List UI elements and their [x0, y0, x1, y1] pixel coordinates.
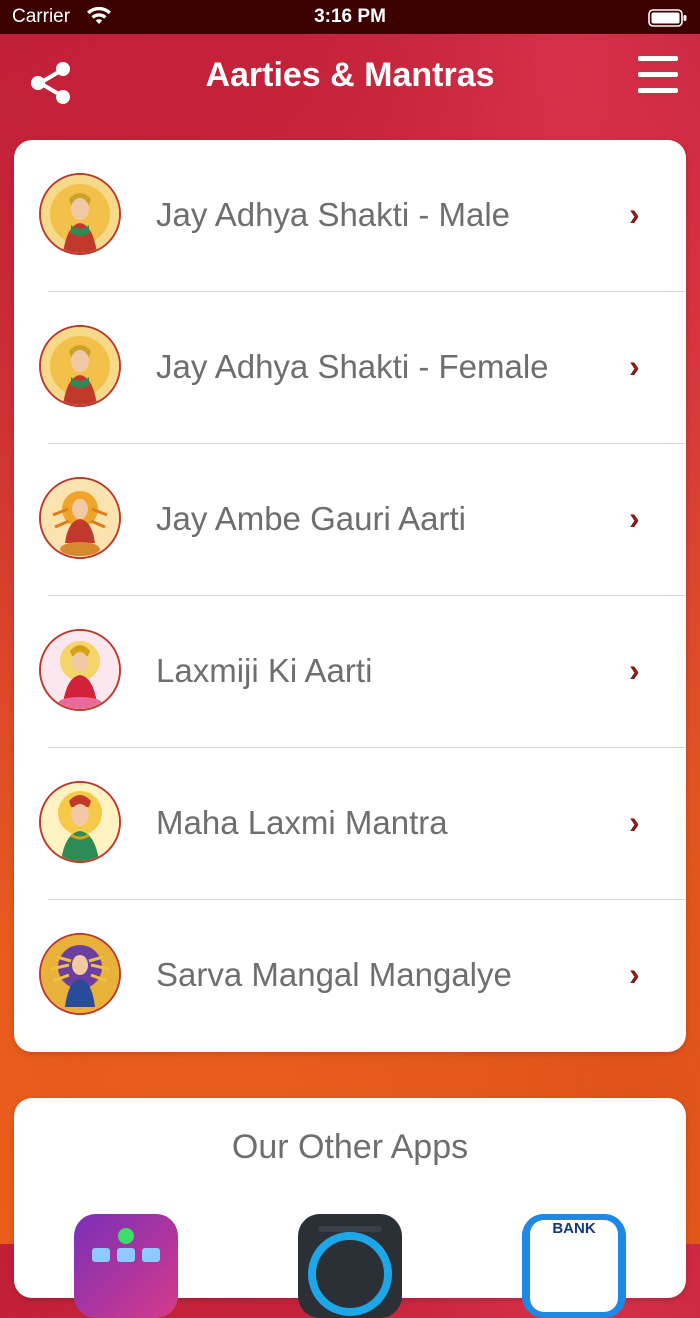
durga-portrait-icon [39, 477, 121, 559]
list-item[interactable]: Jay Adhya Shakti - Male › [14, 140, 686, 292]
list-item[interactable]: Jay Ambe Gauri Aarti › [14, 444, 686, 596]
chevron-right-icon: › [629, 196, 640, 232]
list-item[interactable]: Laxmiji Ki Aarti › [14, 596, 686, 748]
hamburger-icon [638, 56, 678, 93]
aarti-list: Jay Adhya Shakti - Male › Jay Adhya Shak… [14, 140, 686, 1052]
laxmi-portrait-icon [39, 629, 121, 711]
battery-icon [648, 9, 688, 32]
menu-button[interactable] [638, 56, 678, 100]
laxmi-portrait-icon [39, 781, 121, 863]
page-title: Aarties & Mantras [205, 56, 495, 94]
other-apps-title: Our Other Apps [231, 1128, 469, 1166]
list-item-label: Jay Adhya Shakti - Female [156, 348, 549, 385]
chevron-right-icon: › [629, 500, 640, 536]
list-item-label: Laxmiji Ki Aarti [156, 652, 373, 689]
speedometer-app-icon[interactable] [298, 1214, 402, 1318]
chevron-right-icon: › [629, 956, 640, 992]
chevron-right-icon: › [629, 348, 640, 384]
list-item-label: Jay Ambe Gauri Aarti [156, 500, 466, 537]
bank-label: BANK [552, 1220, 596, 1237]
goddess-portrait-icon [39, 173, 121, 255]
list-item-label: Jay Adhya Shakti - Male [156, 196, 511, 233]
list-item[interactable]: Maha Laxmi Mantra › [14, 748, 686, 900]
other-apps-card: Our Other Apps BANK [14, 1098, 686, 1318]
list-item[interactable]: Sarva Mangal Mangalye › [14, 900, 686, 1052]
status-bar: Carrier 3:16 PM [0, 0, 700, 34]
goddess-portrait-icon [39, 325, 121, 407]
nav-bar: Aarties & Mantras [0, 34, 700, 126]
chevron-right-icon: › [629, 804, 640, 840]
list-item-label: Maha Laxmi Mantra [156, 804, 448, 841]
list-item-label: Sarva Mangal Mangalye [156, 956, 512, 993]
chevron-right-icon: › [629, 652, 640, 688]
bank-balance-app-icon[interactable]: BANK [522, 1214, 626, 1318]
list-item[interactable]: Jay Adhya Shakti - Female › [14, 292, 686, 444]
status-time: 3:16 PM [314, 6, 386, 27]
puzzle-app-icon[interactable] [74, 1214, 178, 1318]
durga-portrait-icon [39, 933, 121, 1015]
